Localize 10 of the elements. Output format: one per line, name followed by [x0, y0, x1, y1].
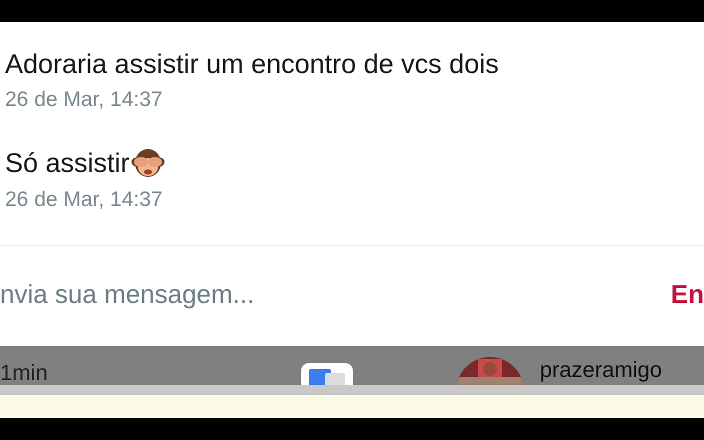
send-button[interactable]: En	[670, 274, 704, 314]
message-text: Adoraria assistir um encontro de vcs dois	[5, 48, 499, 81]
username: prazeramigo	[540, 356, 662, 384]
message-time: 26 de Mar, 14:37	[5, 186, 163, 212]
message-text: Só assistir	[5, 147, 130, 180]
elapsed-time: 1min	[0, 361, 48, 385]
message-input[interactable]: nvia sua mensagem...	[0, 274, 400, 314]
translate-icon[interactable]	[300, 363, 353, 385]
monkey-covering-eyes-icon	[130, 148, 165, 180]
message-time: 26 de Mar, 14:37	[5, 87, 163, 113]
